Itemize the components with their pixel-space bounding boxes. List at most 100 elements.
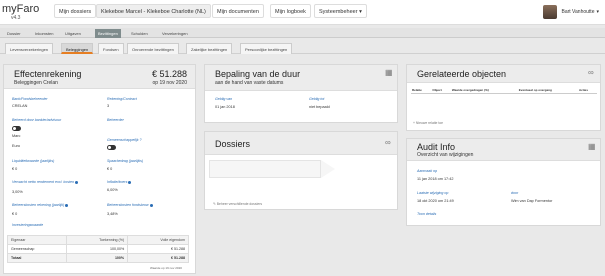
return-value: 3,00% bbox=[12, 190, 23, 194]
table-row: Gemeenschap 100,00% € 51.288 bbox=[7, 244, 189, 254]
calendar-icon[interactable]: ▦ bbox=[385, 69, 393, 77]
col-volle-eigendom: Volle eigendom bbox=[127, 235, 189, 245]
cell-pct: 100,00% bbox=[65, 244, 129, 254]
effecten-title: Effectenrekening bbox=[14, 69, 82, 79]
tab-inkomsten[interactable]: Inkomsten bbox=[32, 29, 56, 38]
community-toggle[interactable] bbox=[107, 145, 116, 150]
chevron-down-icon: ▾ bbox=[359, 9, 362, 15]
sub-tabs: Levensverzekeringen Beleggingen Fondsen … bbox=[0, 42, 605, 54]
calendar-icon[interactable]: ▦ bbox=[588, 143, 596, 151]
duur-panel: Bepaling van de duur aan de hand van vas… bbox=[204, 64, 398, 123]
audit-panel: Audit Info Overzicht van wijzigingen ▦ A… bbox=[406, 138, 601, 226]
nav-sysadmin[interactable]: Systeembeheer ▾ bbox=[314, 4, 367, 18]
table-header-row: Relatie Object Waarde overgedragen (%) E… bbox=[411, 87, 597, 94]
costs-label: Beheerskosten rekening (jaarlijk) bbox=[12, 203, 69, 207]
liquid-value: € 0 bbox=[12, 167, 18, 171]
cell-pct: 100% bbox=[65, 253, 129, 263]
liquid-label: Liquiditeitwaarde (jaarlijks) bbox=[12, 159, 55, 163]
table-header-row: Eigenaar Toekenning (%) Volle eigendom bbox=[7, 235, 189, 245]
link-icon[interactable]: ∞ bbox=[385, 139, 393, 147]
effecten-date: op 19 nov 2020 bbox=[152, 80, 187, 86]
value-date-note: Waarde op 19 nov 2020 bbox=[150, 266, 182, 270]
col-eigenaar: Eigenaar bbox=[7, 235, 67, 245]
cell-amount: € 51.288 bbox=[127, 253, 189, 263]
return-label-text: Verwacht netto rendement excl. kosten bbox=[12, 180, 74, 184]
info-icon[interactable] bbox=[65, 203, 69, 207]
managed-value: Marc bbox=[12, 134, 21, 138]
details-link[interactable]: Toon details bbox=[417, 212, 436, 216]
investment-label: Investeringswaarde bbox=[12, 223, 44, 227]
bank-value: CRELAN bbox=[12, 104, 28, 108]
link-icon[interactable]: ∞ bbox=[588, 69, 596, 77]
inflation-value: 6,00% bbox=[107, 188, 118, 192]
beheerder-label: Beheerder bbox=[107, 118, 124, 122]
col-toekenning: Toekenning (%) bbox=[65, 235, 129, 245]
ownership-table: Eigenaar Toekenning (%) Volle eigendom G… bbox=[7, 235, 189, 263]
manage-dossiers-link[interactable]: ✎ Beheer verschillende dossiers bbox=[213, 202, 262, 206]
cell-amount: € 51.288 bbox=[127, 244, 189, 254]
bank-label: Bank/Fondsbeheerder bbox=[12, 97, 48, 101]
info-icon[interactable] bbox=[128, 180, 132, 184]
related-panel: Gerelateerde objecten ∞ Relatie Object W… bbox=[406, 64, 601, 131]
costs-label-text: Beheerskosten rekening (jaarlijk) bbox=[12, 203, 65, 207]
col-acties: Acties bbox=[578, 87, 597, 94]
nav-current-file[interactable]: Klekeboe Marcel - Klekeboe Charlotte (NL… bbox=[96, 4, 211, 18]
chevron-down-icon: ▾ bbox=[596, 9, 599, 15]
manage-dossiers-label: Beheer verschillende dossiers bbox=[216, 202, 263, 206]
effecten-subtitle: Beleggingen Crelan bbox=[14, 80, 58, 86]
effecten-amount: € 51.288 bbox=[151, 69, 187, 79]
fund-label: Beheerskosten fondsbrow bbox=[107, 203, 153, 207]
nav-my-files[interactable]: Mijn dossiers bbox=[54, 4, 97, 18]
tab-persoonlijke-bezittingen[interactable]: Persoonlijke bezittingen bbox=[240, 43, 293, 54]
add-relation-link[interactable]: + Nieuwe relatie toe bbox=[413, 121, 443, 125]
cell-owner: Totaal bbox=[7, 253, 67, 263]
inflation-label: Inflatie/koers bbox=[107, 180, 132, 184]
nav-my-documents[interactable]: Mijn documenten bbox=[212, 4, 264, 18]
created-label: Aanmaak op bbox=[417, 169, 438, 173]
managed-label: Beheerd door bankier/advisour bbox=[12, 118, 62, 122]
valid-to-value: niet bepaald bbox=[309, 105, 330, 109]
info-icon[interactable] bbox=[75, 180, 78, 184]
tab-schulden[interactable]: Schulden bbox=[128, 29, 151, 38]
tab-dossier[interactable]: Dossier bbox=[4, 29, 24, 38]
user-menu[interactable]: Bart Vanhoutte ▾ bbox=[543, 4, 599, 20]
tab-onroerende-bezittingen[interactable]: Onroerende bezittingen bbox=[127, 43, 179, 54]
tab-levensverzekeringen[interactable]: Levensverzekeringen bbox=[5, 43, 54, 54]
tab-uitgaven[interactable]: Uitgaven bbox=[62, 29, 84, 38]
nav-sysadmin-label: Systeembeheer bbox=[319, 9, 358, 15]
user-name: Bart Vanhoutte bbox=[561, 9, 595, 15]
modified-value: 18 okt 2020 om 21:49 bbox=[417, 199, 454, 203]
valid-from-label: Geldig van bbox=[215, 97, 233, 101]
col-waarde: Waarde overgedragen (%) bbox=[450, 87, 518, 94]
info-icon[interactable] bbox=[149, 203, 153, 207]
audit-subtitle: Overzicht van wijzigingen bbox=[417, 152, 474, 158]
audit-title: Audit Info bbox=[417, 142, 456, 152]
tab-verzekeringen[interactable]: Verzekeringen bbox=[159, 29, 191, 38]
table-total-row: Totaal 100% € 51.288 bbox=[7, 253, 189, 263]
fund-label-text: Beheerskosten fondsbrow bbox=[107, 203, 149, 207]
tab-bezittingen[interactable]: Bezittingen bbox=[95, 29, 121, 38]
duur-subtitle: aan de hand van vaste datums bbox=[215, 80, 284, 86]
savings-value: € 0 bbox=[107, 167, 113, 171]
return-label: Verwacht netto rendement excl. kosten bbox=[12, 180, 78, 184]
nav-my-log[interactable]: Mijn logboek bbox=[270, 4, 311, 18]
col-object: Object bbox=[431, 87, 451, 94]
inflation-label-text: Inflatie/koers bbox=[107, 180, 128, 184]
tab-zakelijke-bezittingen[interactable]: Zakelijke bezittingen bbox=[186, 43, 233, 54]
col-relatie: Relatie bbox=[411, 87, 432, 94]
cell-owner: Gemeenschap bbox=[7, 244, 67, 254]
related-table: Relatie Object Waarde overgedragen (%) E… bbox=[411, 87, 597, 94]
managed-toggle[interactable] bbox=[12, 126, 21, 131]
modified-label: Laatste wijziging op bbox=[417, 191, 449, 195]
tab-beleggingen[interactable]: Beleggingen bbox=[61, 43, 94, 54]
tab-fondsen[interactable]: Fondsen bbox=[98, 43, 124, 54]
dossier-row-arrow bbox=[321, 160, 335, 178]
related-title: Gerelateerde objecten bbox=[417, 69, 507, 79]
account-label: Rekening/Contract bbox=[107, 97, 137, 101]
app-logo[interactable]: myFaro bbox=[2, 3, 39, 15]
top-navbar: myFaro v4.3 Mijn dossiers Klekeboe Marce… bbox=[0, 0, 605, 25]
main-tabs: Dossier Inkomsten Uitgaven Bezittingen S… bbox=[0, 28, 605, 38]
avatar bbox=[543, 5, 558, 19]
dossier-row-bg bbox=[209, 160, 321, 178]
fund-value: 3,48% bbox=[107, 212, 118, 216]
